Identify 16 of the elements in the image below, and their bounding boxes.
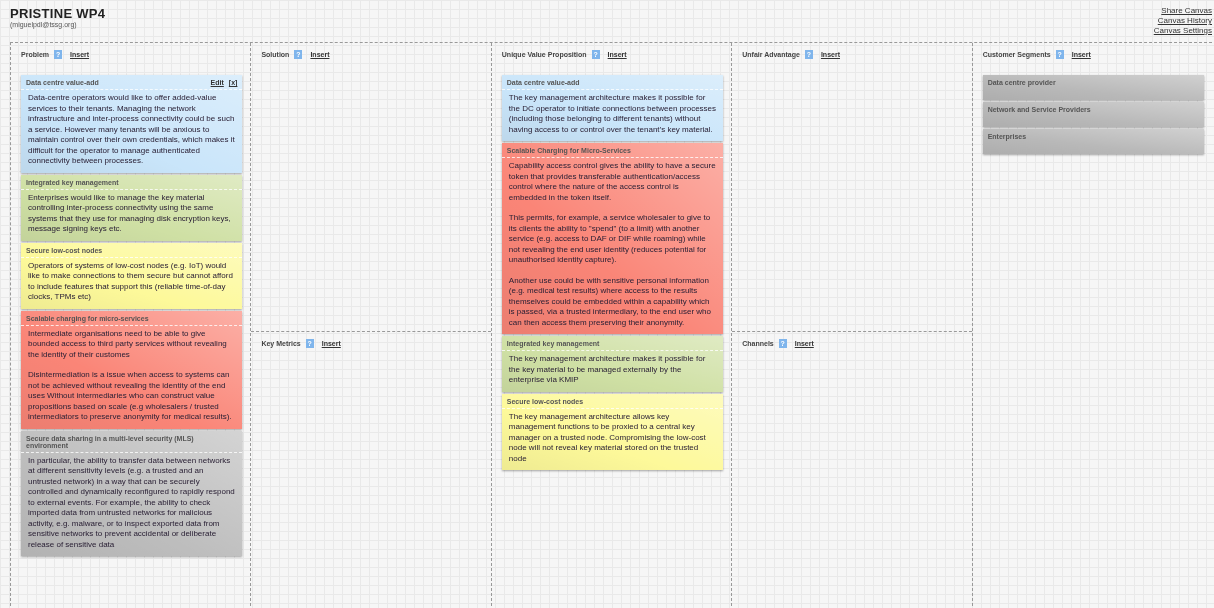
note-text: The key management architecture allows key management functions to be proxied to a central key manager on a trusted node. Compromising the low-cost node will not reveal key material stored on the trusted node [508, 411, 707, 464]
canvas-link[interactable]: Canvas History [1157, 16, 1212, 26]
note-text: The key management architecture makes it possible for the DC operator to initiate connections between processes (including those belonging to different tenants) without having access to or control over the tenant’s key material. [508, 93, 718, 135]
canvas-link[interactable]: Canvas Settings [1153, 26, 1212, 36]
note-text: The key management architecture makes it possible for the key material to be managed externally by the enterprise via KMIP [508, 354, 707, 386]
note-text: Operators of systems of low-cost nodes (e.g. IoT) would like to make connections to them secure but cannot afford to include features that support this (reliable time-of-day clocks, TPMs etc) [28, 260, 234, 303]
note-text: Enterprises would like to manage the key material controlling inter-process connectivity using the same systems that they use for managing disk encryption keys, message signing keys etc. [28, 192, 232, 235]
note-text: Capability access control gives the ability to have a secure token that provides transferable authentication/access control where the nature of the access control is embedded in the token itself. [508, 161, 717, 203]
note-text: Another use could be with sensitive personal information (e.g. medical test results) where access to the results themselves could be embedded within a capability which is passed, via a trusted intermediary, to the end user who can then access them preserving their anonymity. [508, 275, 712, 328]
note-text: Disintermediation is a issue when access to systems can not be achieved without revealing the identity of the end uses Without intermediaries who can construct value propositions based on scale (e.g wholesalers / trusted intermediators to preserve anonymity for medical results). [28, 370, 233, 423]
note-text: Intermediate organisations need to be able to give bounded access to third party services without revealing the identity of their customes [28, 328, 228, 360]
canvas-title: PRISTINE WP4 [10, 6, 106, 21]
note-text: Data-centre operators would like to offer added-value services to their tenants. Managing the network infrastructure and inter-process connectivity could be such a service. However many tenants will be anxious to maintain control over their own credentials, which makes it difficult for the operator to manage authenticated connectivity between processes. [28, 93, 236, 167]
note-text: In particular, the ability to transfer data between networks at different sensitivity levels (e.g. a trusted and an untrusted network) in a way that can be securely controlled and dynamically reconfigured to rapidly respond to external events. For example, the ability to check imported data from untrusted networks for malicious activity, e.g. malware, or to inspect exported data from sensitive networks to prevent accidental or deliberate release of sensitive data [28, 455, 236, 550]
note-text: This permits, for example, a service wholesaler to give to its clients the ability to "spend" (to a limit) with another service (e.g. access to DAF or DIF while roaming) while not revealing the end user identity (reduces potential for unauthorised identity capture). [508, 213, 712, 266]
canvas-link[interactable]: Share Canvas [1161, 6, 1212, 16]
